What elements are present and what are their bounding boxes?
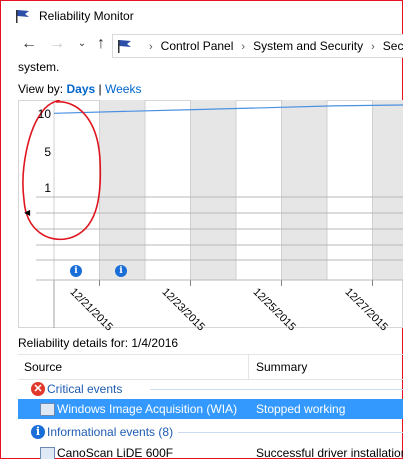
column-shade <box>373 100 403 280</box>
breadcrumb-security[interactable]: Secu <box>383 39 403 53</box>
source-cell: Windows Image Acquisition (WIA) <box>57 402 237 416</box>
column-divider[interactable] <box>248 355 249 379</box>
view-separator: | <box>99 82 102 96</box>
group-divider <box>150 389 403 390</box>
column-shade <box>100 100 146 280</box>
view-days-link[interactable]: Days <box>66 82 95 96</box>
error-x-icon: ✕ <box>31 382 45 396</box>
navigation-bar: ← → ⌄ ↑ › Control Panel › System and Securi… <box>1 31 402 59</box>
reliability-chart[interactable]: 10 5 1 ◀ i i 12/21/2015 12/23/2015 12/25… <box>18 100 403 328</box>
breadcrumb-control-panel[interactable]: Control Panel <box>161 39 234 53</box>
back-arrow-icon[interactable]: ← <box>20 35 38 53</box>
column-shade <box>282 100 328 280</box>
address-bar[interactable]: › Control Panel › System and Security › Secu <box>112 34 403 58</box>
column-header-summary[interactable]: Summary <box>256 360 307 374</box>
source-cell: CanoScan LiDE 600F <box>57 446 173 459</box>
events-table: Source Summary ✕ Critical events Windows… <box>18 354 403 460</box>
table-header: Source Summary <box>18 355 403 380</box>
group-title: Informational events (8) <box>47 425 173 439</box>
column-header-source[interactable]: Source <box>24 360 62 374</box>
window-title: Reliability Monitor <box>39 9 134 23</box>
info-icon: i <box>31 425 45 439</box>
flag-icon <box>15 9 31 23</box>
chevron-right-icon: › <box>371 41 375 53</box>
intro-text: system. <box>18 60 59 74</box>
y-tick-label: 10 <box>31 107 51 121</box>
scroll-left-icon[interactable]: ◀ <box>24 208 30 217</box>
forward-arrow-icon[interactable]: → <box>48 35 66 53</box>
scanner-app-icon <box>40 447 55 459</box>
table-row[interactable]: CanoScan LiDE 600F Successful driver ins… <box>18 443 403 459</box>
chevron-down-icon[interactable]: ⌄ <box>73 35 91 53</box>
info-icon[interactable]: i <box>70 265 82 277</box>
flag-icon <box>117 39 133 53</box>
column-shade <box>191 100 237 280</box>
summary-cell: Stopped working <box>256 402 345 416</box>
up-arrow-icon[interactable]: ↑ <box>92 35 110 53</box>
details-label: Reliability details for: 1/4/2016 <box>18 336 178 350</box>
view-by: View by: Days | Weeks <box>18 82 141 96</box>
table-row[interactable]: Windows Image Acquisition (WIA) Stopped … <box>18 399 403 419</box>
chevron-right-icon: › <box>149 41 153 53</box>
group-title: Critical events <box>47 382 122 396</box>
group-informational-events[interactable]: i Informational events (8) <box>18 422 403 442</box>
info-icon[interactable]: i <box>115 265 127 277</box>
summary-cell: Successful driver installation <box>256 446 403 459</box>
view-by-label: View by: <box>18 82 63 96</box>
title-bar: Reliability Monitor <box>1 1 402 31</box>
chevron-right-icon: › <box>241 41 245 53</box>
group-critical-events[interactable]: ✕ Critical events <box>18 379 403 399</box>
y-tick-label: 5 <box>31 145 51 159</box>
scanner-app-icon <box>40 403 55 416</box>
group-divider <box>178 432 403 433</box>
y-tick-label: 1 <box>31 181 51 195</box>
view-weeks-link[interactable]: Weeks <box>105 82 141 96</box>
breadcrumb: › Control Panel › System and Security › Secu <box>141 39 403 53</box>
breadcrumb-system-security[interactable]: System and Security <box>253 39 363 53</box>
